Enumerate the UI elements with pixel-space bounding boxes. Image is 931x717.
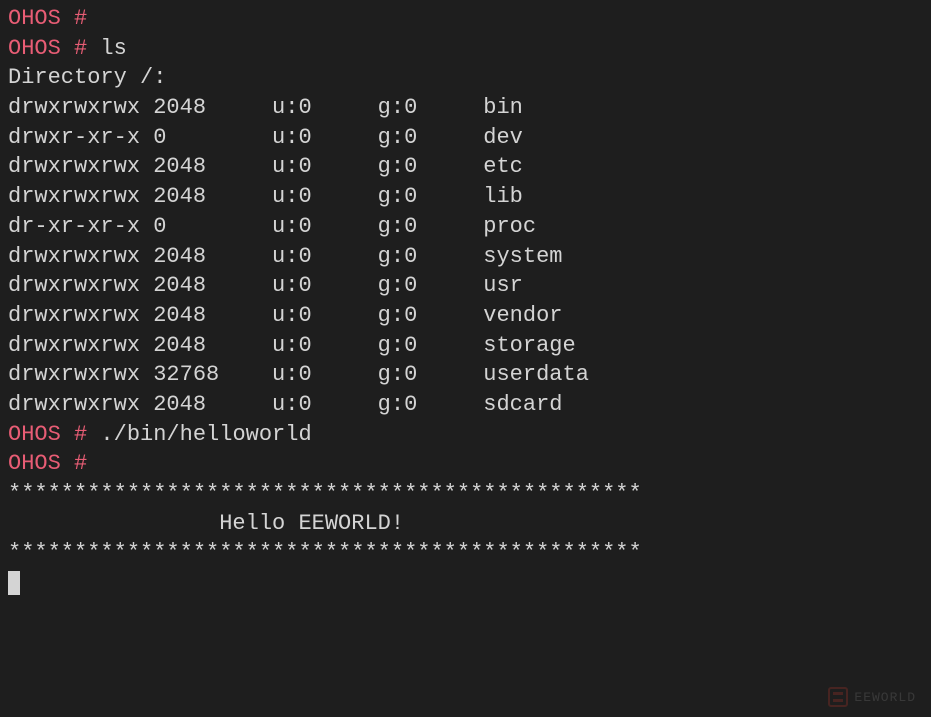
cursor[interactable] [8,571,20,595]
output-message: Hello EEWORLD! [8,509,923,539]
prompt-line-ls: OHOS # ls [8,34,923,64]
prompt: OHOS # [8,451,87,476]
output-border-top: ****************************************… [8,479,923,509]
cursor-line[interactable] [8,568,923,598]
watermark-text: EEWORLD [854,691,916,704]
listing-row: drwxrwxrwx 2048 u:0 g:0 etc [8,152,923,182]
directory-listing: drwxrwxrwx 2048 u:0 g:0 bindrwxr-xr-x 0 … [8,93,923,420]
listing-row: drwxrwxrwx 2048 u:0 g:0 lib [8,182,923,212]
listing-row: drwxrwxrwx 2048 u:0 g:0 vendor [8,301,923,331]
output-border-bottom: ****************************************… [8,538,923,568]
listing-row: drwxrwxrwx 32768 u:0 g:0 userdata [8,360,923,390]
listing-row: drwxrwxrwx 2048 u:0 g:0 storage [8,331,923,361]
prompt: OHOS # [8,422,87,447]
watermark: EEWORLD [828,687,916,707]
directory-header: Directory /: [8,63,923,93]
listing-row: drwxr-xr-x 0 u:0 g:0 dev [8,123,923,153]
watermark-main: EEWORLD [854,691,916,704]
listing-row: drwxrwxrwx 2048 u:0 g:0 usr [8,271,923,301]
prompt-line-after: OHOS # [8,449,923,479]
prompt-line-helloworld: OHOS # ./bin/helloworld [8,420,923,450]
listing-row: drwxrwxrwx 2048 u:0 g:0 system [8,242,923,272]
prompt: OHOS # [8,6,87,31]
prompt-line-empty: OHOS # [8,4,923,34]
command-helloworld: ./bin/helloworld [100,422,311,447]
watermark-icon [828,687,848,707]
command-ls: ls [100,36,126,61]
listing-row: drwxrwxrwx 2048 u:0 g:0 bin [8,93,923,123]
listing-row: drwxrwxrwx 2048 u:0 g:0 sdcard [8,390,923,420]
prompt: OHOS # [8,36,87,61]
listing-row: dr-xr-xr-x 0 u:0 g:0 proc [8,212,923,242]
